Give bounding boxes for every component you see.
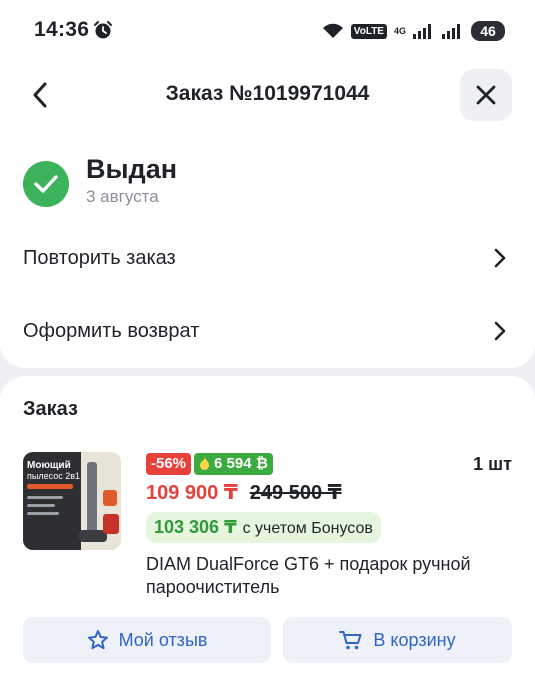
wifi-icon: [322, 23, 343, 38]
repeat-order-label: Повторить заказ: [23, 246, 176, 269]
order-items-card: Заказ Моющий пылесос 2в1 -56% 6 594 ₿ 1 …: [0, 376, 535, 699]
close-icon: [476, 85, 496, 105]
product-badges: -56% 6 594 ₿: [146, 453, 273, 475]
page-title: Заказ №1019971044: [165, 82, 370, 105]
product-thumbnail[interactable]: Моющий пылесос 2в1: [23, 452, 121, 550]
return-order-label: Оформить возврат: [23, 319, 200, 342]
bonus-price-note: с учетом Бонусов: [242, 520, 373, 537]
volte-indicator: VoLTE: [350, 23, 387, 39]
order-status-date: 3 августа: [86, 187, 159, 206]
signal-icon: [442, 24, 460, 39]
repeat-order-row[interactable]: Повторить заказ: [0, 230, 535, 286]
thumbnail-text: пылесос 2в1: [27, 471, 80, 481]
old-price: 249 500 ₸: [249, 482, 342, 504]
thumbnail-text: Моющий: [27, 460, 71, 471]
add-to-cart-button[interactable]: В корзину: [283, 617, 512, 663]
alarm-icon: [94, 21, 112, 39]
item-quantity: 1 шт: [473, 454, 512, 474]
status-bar: 14:36 VoLTE 4G 46: [0, 0, 535, 62]
status-icons: VoLTE 4G 46: [322, 18, 505, 44]
bonus-price-value: 103 306 ₸: [154, 517, 237, 537]
discount-badge: -56%: [146, 453, 192, 475]
bonus-amount: 6 594 ₿: [214, 455, 268, 472]
order-status-title: Выдан: [86, 154, 178, 184]
star-icon: [87, 630, 108, 650]
chevron-right-icon: [494, 321, 506, 341]
status-time: 14:36: [34, 18, 90, 41]
chevron-right-icon: [494, 248, 506, 268]
signal-icon: [413, 24, 431, 39]
bonus-price-pill: 103 306 ₸ с учетом Бонусов: [146, 512, 381, 543]
product-name[interactable]: DIAM DualForce GT6 + подарок ручной паро…: [146, 553, 516, 599]
network-type: 4G: [393, 25, 406, 36]
add-to-cart-label: В корзину: [373, 629, 456, 650]
my-review-button[interactable]: Мой отзыв: [23, 617, 271, 663]
my-review-label: Мой отзыв: [118, 629, 208, 650]
fire-icon: [200, 457, 210, 470]
return-order-row[interactable]: Оформить возврат: [0, 303, 535, 359]
battery-icon: 46: [471, 21, 505, 41]
bonus-badge: 6 594 ₿: [194, 453, 273, 475]
check-circle-icon: [23, 161, 69, 207]
close-button[interactable]: [460, 69, 512, 121]
order-status-card: Заказ №1019971044 Выдан 3 августа Повтор…: [0, 62, 535, 368]
current-price: 109 900 ₸: [146, 482, 238, 504]
cart-icon: [339, 631, 362, 650]
price-row: 109 900 ₸ 249 500 ₸: [146, 480, 342, 505]
order-section-title: Заказ: [23, 398, 78, 420]
